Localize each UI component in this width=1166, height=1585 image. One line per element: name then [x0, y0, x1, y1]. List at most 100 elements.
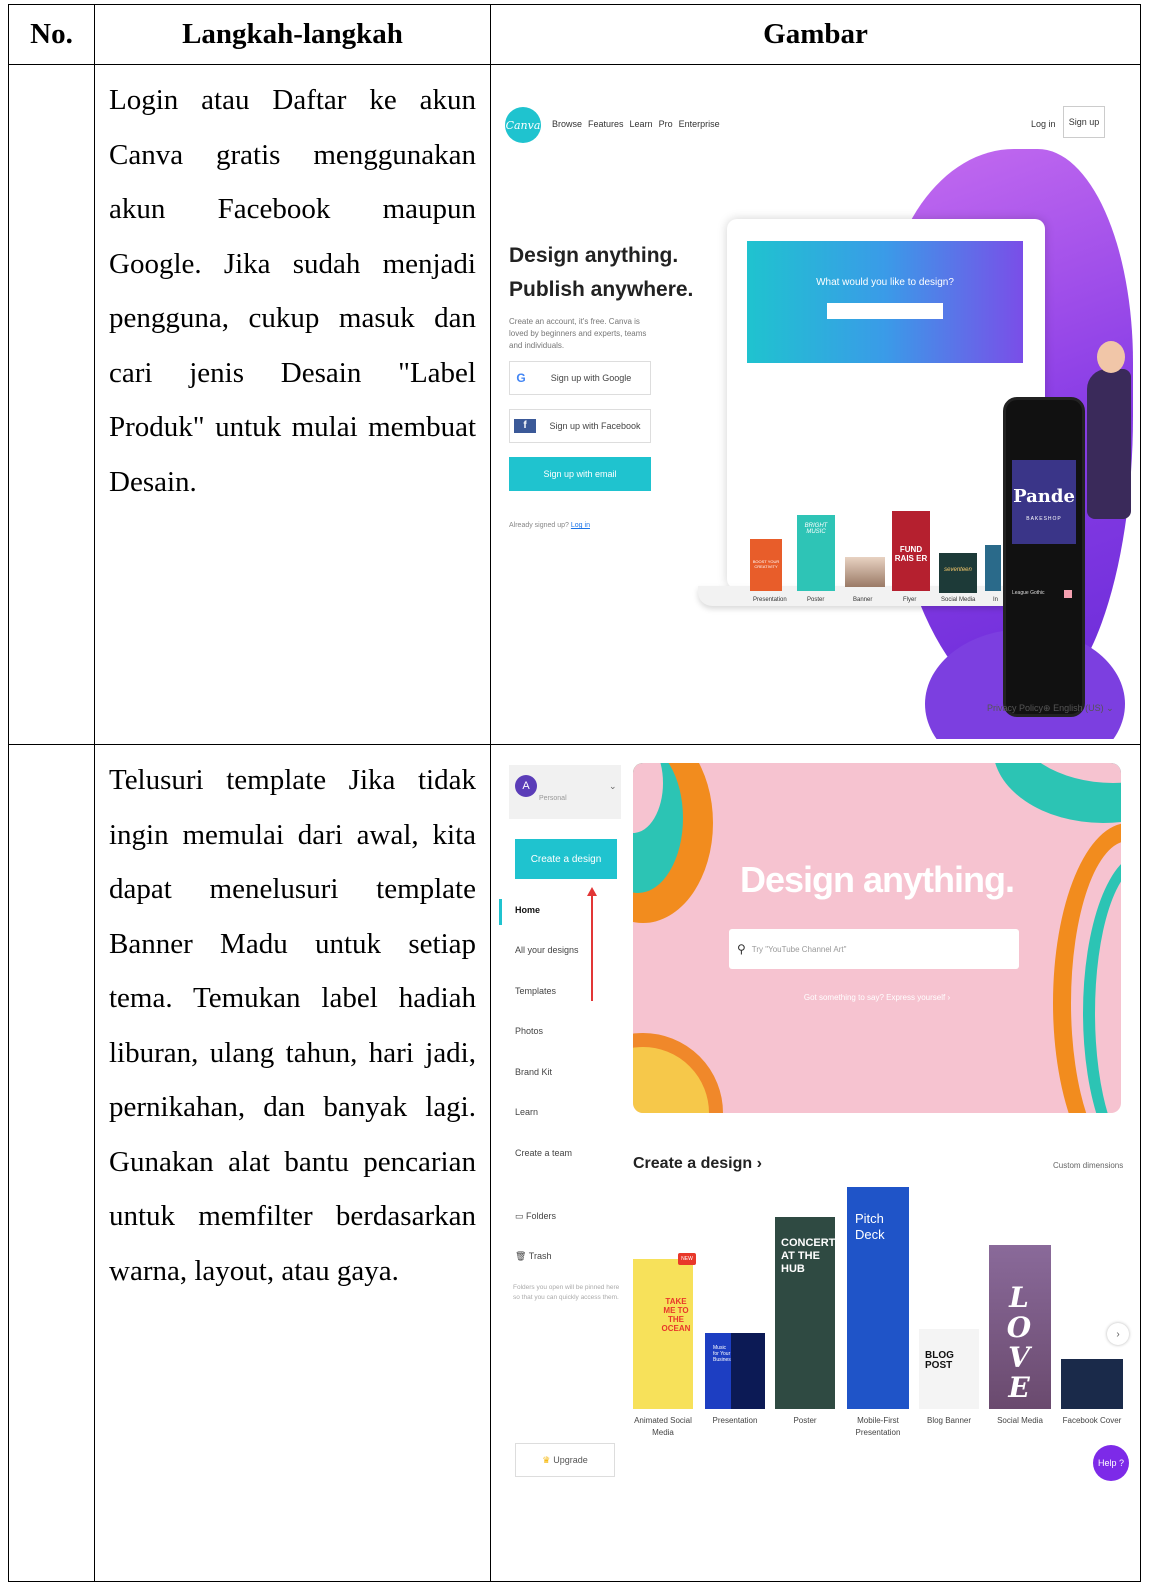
login-link[interactable]: Log in: [1031, 119, 1056, 129]
custom-dimensions-link[interactable]: Custom dimensions: [1053, 1161, 1123, 1170]
carousel-next-button[interactable]: ›: [1107, 1323, 1129, 1345]
active-indicator: [499, 899, 502, 925]
pande-subtitle: BAKESHOP: [1026, 516, 1062, 522]
sidebar-item-learn[interactable]: Learn: [515, 1107, 538, 1117]
social-media-card[interactable]: seventeen: [939, 553, 977, 593]
email-signup-button[interactable]: Sign up with email: [509, 457, 651, 491]
headline-line-1: Design anything.: [509, 244, 679, 267]
tile-presentation-dark: [731, 1333, 765, 1409]
table-row: Telusuri template Jika tidak ingin memul…: [8, 744, 1141, 1582]
language-label: English (US): [1053, 703, 1104, 713]
pande-card: Pande BAKESHOP: [1012, 460, 1076, 544]
tile-blog-banner[interactable]: BLOG POST: [919, 1329, 979, 1409]
folder-icon: ▭: [515, 1211, 524, 1221]
already-signed-up: Already signed up? Log in: [509, 522, 590, 529]
already-login-link[interactable]: Log in: [571, 522, 590, 529]
help-button[interactable]: Help ?: [1093, 1445, 1129, 1481]
sidebar-item-trash[interactable]: 🗑 Trash: [515, 1251, 551, 1262]
cat-banner: Banner: [853, 597, 873, 603]
template-search-input[interactable]: ⚲ Try "YouTube Channel Art": [729, 929, 1019, 969]
caption-facebook-cover: Facebook Cover: [1062, 1416, 1122, 1425]
search-placeholder: Try "YouTube Channel Art": [751, 944, 847, 954]
create-design-button[interactable]: Create a design: [515, 839, 617, 879]
cat-in: In: [993, 597, 999, 603]
hero-search-input[interactable]: [827, 303, 943, 319]
canva-home-screenshot: A Personal ⌄ Create a design Home All yo…: [495, 751, 1135, 1577]
nav-enterprise[interactable]: Enterprise: [679, 119, 720, 129]
steps-table: No. Langkah-langkah Gambar Login atau Da…: [8, 4, 1141, 1582]
cat-presentation: Presentation: [753, 597, 787, 603]
illustration-face: [1097, 341, 1125, 373]
account-type: Personal: [539, 795, 567, 802]
caption-mobile-first: Mobile-First Presentation: [855, 1416, 901, 1437]
chevron-down-icon: ⌄: [1106, 703, 1114, 713]
nav-browse[interactable]: Browse: [552, 119, 582, 129]
upgrade-button[interactable]: ♛ Upgrade: [515, 1443, 615, 1477]
banner-title: Design anything.: [739, 859, 1015, 900]
red-arrow: [591, 893, 593, 1001]
in-card[interactable]: [985, 545, 1001, 591]
cat-flyer: Flyer: [903, 597, 917, 603]
new-badge: NEW: [678, 1253, 696, 1265]
caption-blog-banner: Blog Banner: [926, 1416, 972, 1425]
presentation-card[interactable]: BOOST YOUR CREATIVITY: [750, 539, 782, 591]
tile-animated-social[interactable]: TAKE ME TO THE OCEAN: [633, 1259, 693, 1409]
row-number: [8, 744, 95, 1582]
phone-color-swatch[interactable]: [1064, 590, 1072, 598]
sidebar-item-home[interactable]: Home: [515, 905, 540, 915]
cat-social-media: Social Media: [941, 597, 976, 603]
nav-features[interactable]: Features: [588, 119, 624, 129]
tile-facebook-cover[interactable]: [1061, 1359, 1123, 1409]
crown-icon: ♛: [542, 1454, 551, 1465]
sidebar-item-all-designs[interactable]: All your designs: [515, 945, 579, 955]
subtext: Create an account, it's free. Canva is l…: [509, 317, 647, 350]
facebook-signup-label: Sign up with Facebook: [549, 421, 641, 431]
hero-banner: Design anything. ⚲ Try "YouTube Channel …: [633, 763, 1121, 1113]
signup-button[interactable]: Sign up: [1063, 106, 1105, 138]
red-arrowhead: [587, 887, 597, 896]
facebook-icon: f: [514, 419, 536, 433]
step-image: A Personal ⌄ Create a design Home All yo…: [490, 744, 1141, 1582]
language-selector[interactable]: ⊕ English (US) ⌄: [1043, 703, 1114, 714]
header-steps: Langkah-langkah: [94, 4, 491, 65]
banner-tagline[interactable]: Got something to say? Express yourself ›: [633, 993, 1121, 1002]
google-signup-button[interactable]: G Sign up with Google: [509, 361, 651, 395]
nav-learn[interactable]: Learn: [630, 119, 653, 129]
sidebar-item-templates[interactable]: Templates: [515, 986, 556, 996]
facebook-signup-button[interactable]: f Sign up with Facebook: [509, 409, 651, 443]
trash-icon: 🗑: [515, 1251, 527, 1261]
upgrade-label: Upgrade: [553, 1455, 588, 1465]
tile-social-media[interactable]: LOVE: [989, 1245, 1051, 1409]
banner-card[interactable]: [845, 557, 885, 587]
sidebar-item-brand-kit[interactable]: Brand Kit: [515, 1067, 552, 1077]
sidebar-item-folders[interactable]: ▭ Folders: [515, 1211, 556, 1222]
create-design-heading[interactable]: Create a design ›: [633, 1155, 762, 1173]
caption-poster: Poster: [793, 1416, 817, 1425]
google-signup-label: Sign up with Google: [550, 373, 632, 383]
poster-card[interactable]: BRIGHT MUSIC: [797, 515, 835, 591]
step-text: Login atau Daftar ke akun Canva gratis m…: [94, 64, 491, 745]
tile-mobile-first[interactable]: Pitch Deck: [847, 1187, 909, 1409]
caption-presentation: Presentation: [712, 1416, 758, 1425]
avatar: A: [515, 775, 537, 797]
headline-line-2: Publish anywhere.: [509, 278, 694, 301]
tile-presentation[interactable]: Music for Your Business: [705, 1333, 733, 1409]
folders-label: Folders: [526, 1211, 557, 1221]
canva-landing-screenshot: Canva Browse Features Learn Pro Enterpri…: [495, 69, 1135, 739]
chevron-down-icon: ⌄: [609, 781, 617, 791]
flyer-card[interactable]: FUND RAIS ER: [892, 511, 930, 591]
tile-poster[interactable]: CONCERT AT THE HUB: [775, 1217, 835, 1409]
privacy-policy-link[interactable]: Privacy Policy: [987, 703, 1043, 713]
header-no: No.: [8, 4, 95, 65]
sidebar-item-photos[interactable]: Photos: [515, 1026, 543, 1036]
caption-social-media: Social Media: [997, 1416, 1043, 1425]
globe-icon: ⊕: [1043, 703, 1051, 713]
already-text: Already signed up?: [509, 522, 569, 529]
table-row: Login atau Daftar ke akun Canva gratis m…: [8, 64, 1141, 745]
account-switcher[interactable]: A Personal ⌄: [509, 765, 621, 819]
google-icon: G: [516, 371, 526, 385]
canva-logo[interactable]: Canva: [505, 107, 541, 143]
sidebar-item-create-team[interactable]: Create a team: [515, 1148, 572, 1158]
phone-font-picker[interactable]: League Gothic: [1012, 590, 1045, 596]
nav-pro[interactable]: Pro: [659, 119, 673, 129]
